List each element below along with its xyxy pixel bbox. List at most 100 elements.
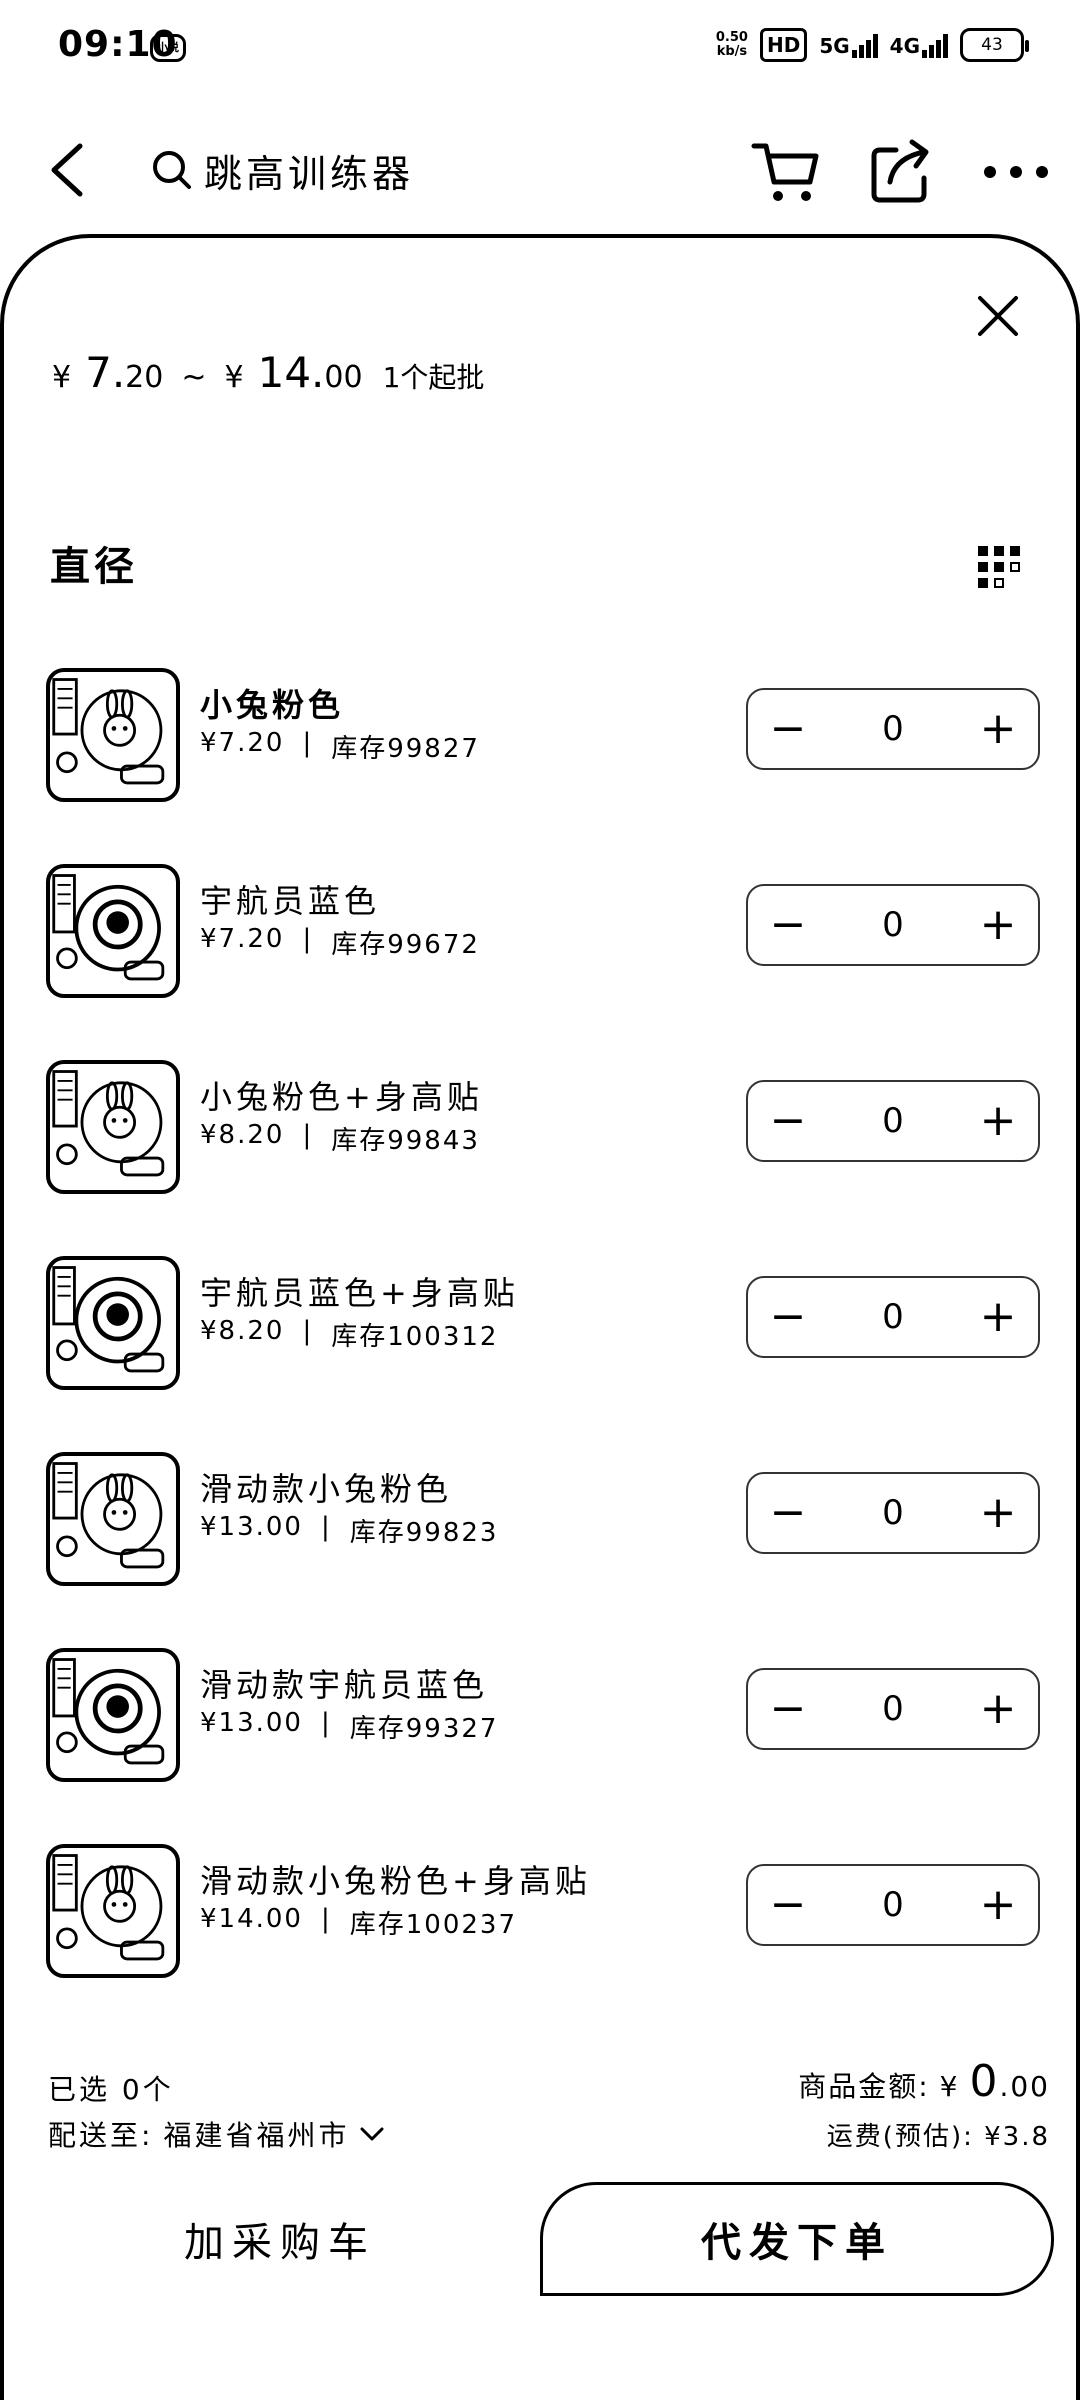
- bunny-product-icon: [52, 1462, 165, 1569]
- sku-row: 宇航员蓝色 ¥7.20 | 库存99672 −0 +: [4, 864, 1080, 1004]
- sku-stock: 库存99327: [349, 1714, 499, 1744]
- sku-stock: 库存99843: [331, 1126, 480, 1156]
- network-speed-value: 0.50: [715, 30, 748, 45]
- quantity-stepper: −0 +: [746, 688, 1040, 770]
- sku-row: 滑动款小兔粉色+身高贴 ¥14.00 | 库存100237 −0 +: [4, 1844, 1080, 1984]
- increment-button[interactable]: +: [958, 1082, 1038, 1160]
- search-query: 跳高训练器: [204, 151, 415, 196]
- sku-meta: ¥13.00 | 库存99823: [200, 1512, 498, 1549]
- bunny-product-icon: [52, 678, 165, 785]
- sku-stock: 库存100237: [349, 1910, 518, 1940]
- currency-symbol: ¥: [224, 360, 244, 395]
- sku-row: 小兔粉色+身高贴 ¥8.20 | 库存99843 −0 +: [4, 1060, 1080, 1200]
- quantity-stepper: −0 +: [746, 1864, 1040, 1946]
- signal-5g-icon: 5G: [819, 32, 878, 58]
- grid-view-toggle[interactable]: [978, 546, 1024, 592]
- network-speed: 0.50 kb/s: [716, 31, 748, 59]
- ship-city: 福建省福州市: [163, 2119, 350, 2152]
- goods-amount: 商品金额: ¥ 0.00: [798, 2056, 1050, 2107]
- sku-name: 滑动款小兔粉色+身高贴: [200, 1862, 591, 1900]
- sku-divider: |: [320, 1904, 332, 1934]
- sku-price: ¥8.20: [200, 1120, 285, 1150]
- selected-count: 已选 0个: [48, 2073, 174, 2106]
- signal-4g-label: 4G: [889, 34, 920, 58]
- quantity-stepper: −0 +: [746, 1668, 1040, 1750]
- increment-button[interactable]: +: [958, 1670, 1038, 1748]
- increment-button[interactable]: +: [958, 1866, 1038, 1944]
- min-order-label: 1个起批: [382, 361, 485, 394]
- order-summary: 已选 0个 配送至: 福建省福州市 商品金额: ¥ 0.00 运费(预估): ¥…: [0, 2050, 1080, 2170]
- close-button[interactable]: [966, 284, 1030, 348]
- amount-currency: ¥: [939, 2070, 960, 2103]
- quantity-input[interactable]: 0: [853, 1885, 933, 1925]
- decrement-button[interactable]: −: [748, 1474, 828, 1552]
- quantity-input[interactable]: 0: [853, 1689, 933, 1729]
- sku-thumbnail[interactable]: [46, 864, 180, 998]
- sku-divider: |: [320, 1512, 332, 1542]
- sku-price: ¥13.00: [200, 1512, 303, 1542]
- cart-button[interactable]: [748, 134, 824, 210]
- sku-divider: |: [302, 1120, 314, 1150]
- price-high-dec: 00: [324, 360, 363, 395]
- price-low: 7.20: [85, 348, 163, 397]
- decrement-button[interactable]: −: [748, 690, 828, 768]
- sku-divider: |: [320, 1708, 332, 1738]
- chevron-down-icon: [360, 2127, 384, 2141]
- sku-name: 宇航员蓝色+身高贴: [200, 1274, 519, 1312]
- share-button[interactable]: [862, 134, 938, 210]
- quantity-input[interactable]: 0: [853, 1493, 933, 1533]
- amount-value: 0.00: [969, 2056, 1050, 2107]
- increment-button[interactable]: +: [958, 690, 1038, 768]
- increment-button[interactable]: +: [958, 1474, 1038, 1552]
- sku-row: 小兔粉色 ¥7.20 | 库存99827 −0 +: [4, 668, 1080, 808]
- quantity-input[interactable]: 0: [853, 709, 933, 749]
- sku-stock: 库存99672: [331, 930, 480, 960]
- increment-button[interactable]: +: [958, 1278, 1038, 1356]
- sku-thumbnail[interactable]: [46, 1844, 180, 1978]
- quantity-input[interactable]: 0: [853, 1101, 933, 1141]
- decrement-button[interactable]: −: [748, 1866, 828, 1944]
- price-low-int: 7.: [85, 348, 126, 397]
- sku-row: 滑动款宇航员蓝色 ¥13.00 | 库存99327 −0 +: [4, 1648, 1080, 1788]
- decrement-button[interactable]: −: [748, 1082, 828, 1160]
- dropship-order-button[interactable]: 代发下单: [540, 2182, 1054, 2296]
- sku-row: 宇航员蓝色+身高贴 ¥8.20 | 库存100312 −0 +: [4, 1256, 1080, 1396]
- sku-name: 小兔粉色: [200, 686, 345, 724]
- shipping-destination[interactable]: 配送至: 福建省福州市: [48, 2114, 385, 2154]
- sku-price: ¥13.00: [200, 1708, 303, 1738]
- freight-estimate: 运费(预估): ¥3.8: [826, 2122, 1050, 2152]
- back-button[interactable]: [40, 140, 100, 200]
- price-high-int: 14.: [257, 348, 325, 397]
- top-nav-bar: 跳高训练器: [0, 120, 1080, 220]
- sku-meta: ¥14.00 | 库存100237: [200, 1904, 517, 1941]
- sku-meta: ¥8.20 | 库存100312: [200, 1316, 498, 1353]
- sku-thumbnail[interactable]: [46, 1256, 180, 1390]
- bunny-product-icon: [52, 1070, 165, 1177]
- sku-thumbnail[interactable]: [46, 668, 180, 802]
- astronaut-product-icon: [52, 1658, 165, 1765]
- sku-meta: ¥7.20 | 库存99827: [200, 728, 480, 765]
- sku-thumbnail[interactable]: [46, 1060, 180, 1194]
- quantity-input[interactable]: 0: [853, 905, 933, 945]
- sku-price: ¥8.20: [200, 1316, 285, 1346]
- amount-label: 商品金额:: [798, 2070, 930, 2103]
- sku-price: ¥7.20: [200, 728, 285, 758]
- decrement-button[interactable]: −: [748, 1670, 828, 1748]
- decrement-button[interactable]: −: [748, 886, 828, 964]
- sku-price: ¥7.20: [200, 924, 285, 954]
- more-options-button[interactable]: [978, 134, 1054, 210]
- quantity-stepper: −0 +: [746, 1276, 1040, 1358]
- bunny-product-icon: [52, 1854, 165, 1961]
- quantity-input[interactable]: 0: [853, 1297, 933, 1337]
- add-to-purchase-cart-button[interactable]: 加采购车: [60, 2184, 500, 2294]
- price-high: 14.00: [258, 348, 363, 397]
- sku-name: 滑动款宇航员蓝色: [200, 1666, 489, 1704]
- search-bar[interactable]: 跳高训练器: [150, 138, 414, 202]
- increment-button[interactable]: +: [958, 886, 1038, 964]
- sku-thumbnail[interactable]: [46, 1648, 180, 1782]
- decrement-button[interactable]: −: [748, 1278, 828, 1356]
- sku-thumbnail[interactable]: [46, 1452, 180, 1586]
- sku-meta: ¥8.20 | 库存99843: [200, 1120, 480, 1157]
- sku-row: 滑动款小兔粉色 ¥13.00 | 库存99823 −0 +: [4, 1452, 1080, 1592]
- quantity-stepper: −0 +: [746, 1080, 1040, 1162]
